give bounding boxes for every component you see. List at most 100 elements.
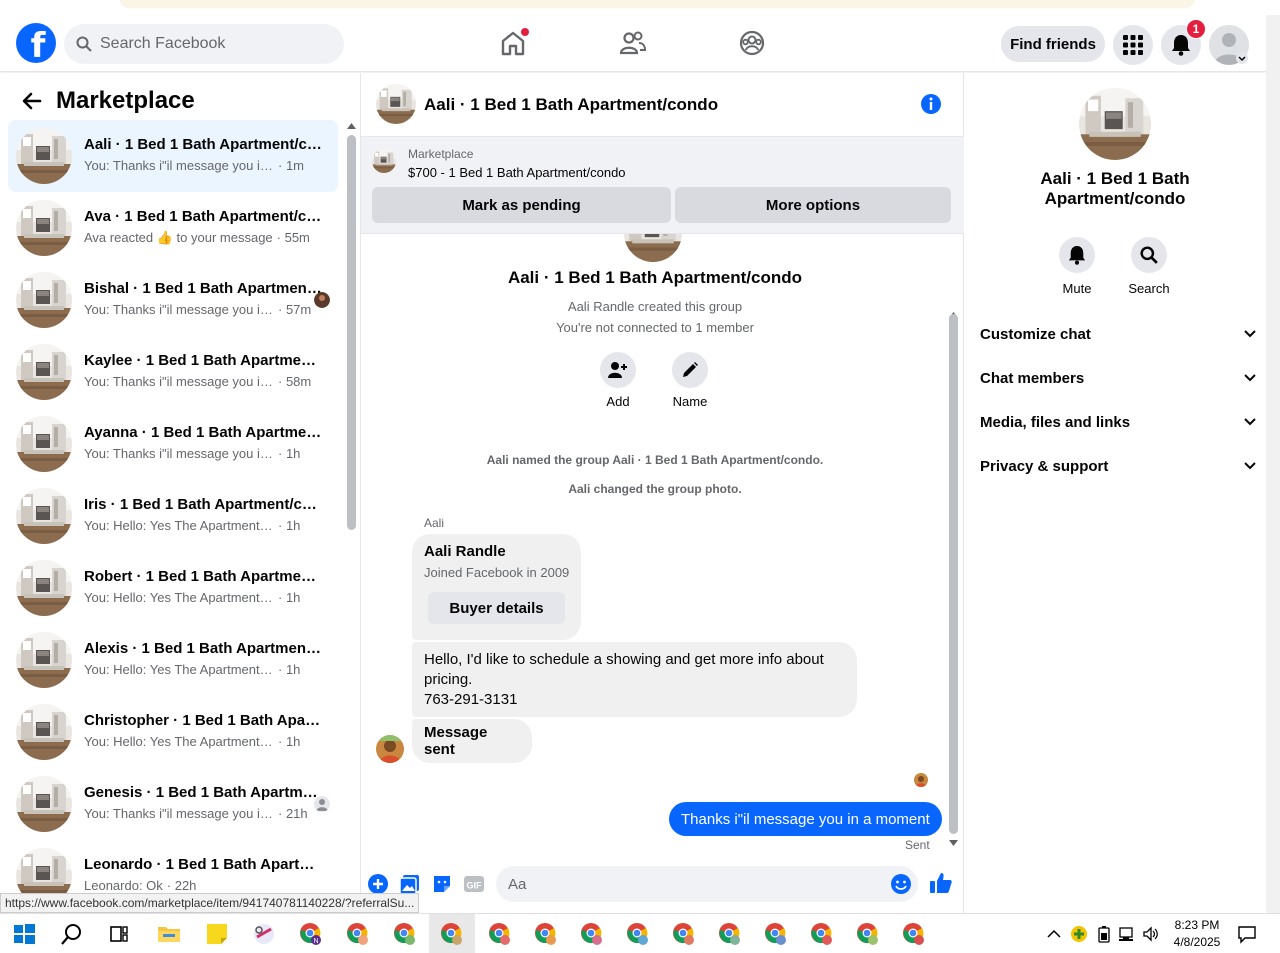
conversation-item[interactable]: Iris · 1 Bed 1 Bath Apartment/condo You: …	[8, 480, 338, 552]
snippet-text: You: Hello: Yes The Apartment Is Still A…	[84, 590, 274, 605]
network-icon[interactable]	[1118, 925, 1136, 943]
chrome-icon[interactable]	[440, 922, 464, 946]
snippet-text: You: Thanks i"il message you in a moment	[84, 302, 274, 317]
sticker-icon[interactable]	[431, 873, 453, 895]
snippet-time: · 1h	[278, 590, 301, 605]
snippet-time: · 1m	[278, 158, 304, 173]
conversation-item[interactable]: Christopher · 1 Bed 1 Bath Apartment/con…	[8, 696, 338, 768]
chrome-icon[interactable]	[856, 922, 880, 946]
chrome-icon[interactable]	[346, 922, 370, 946]
message-sent-bubble[interactable]: Message sent	[412, 719, 532, 763]
section-label: Media, files and links	[980, 413, 1131, 431]
account-chevron-icon[interactable]	[1236, 52, 1248, 64]
buyer-details-button[interactable]: Buyer details	[428, 592, 565, 624]
conversation-thumbnail	[16, 416, 72, 472]
chrome-profile-n-icon[interactable]: N	[299, 922, 323, 946]
outgoing-message-bubble[interactable]: Thanks i"il message you in a moment	[669, 802, 942, 836]
conversation-thumbnail	[16, 488, 72, 544]
file-explorer-icon[interactable]	[157, 922, 181, 946]
chat-title[interactable]: Aali · 1 Bed 1 Bath Apartment/condo	[424, 95, 718, 115]
conversation-snippet: You: Hello: Yes The Apartment Is Still A…	[84, 518, 324, 533]
back-arrow-icon[interactable]	[20, 89, 44, 113]
chrome-icon[interactable]	[810, 922, 834, 946]
privacy-support-section[interactable]: Privacy & support	[980, 454, 1256, 478]
group-connection-text: You're not connected to 1 member	[556, 320, 754, 335]
notification-center-icon[interactable]	[1237, 924, 1257, 944]
chrome-icon[interactable]	[580, 922, 604, 946]
chrome-icon[interactable]	[718, 922, 742, 946]
chrome-icon[interactable]	[626, 922, 650, 946]
sticky-notes-icon[interactable]	[205, 922, 229, 946]
chrome-icon[interactable]	[488, 922, 512, 946]
facebook-logo-icon[interactable]: f	[16, 23, 56, 63]
friends-icon[interactable]	[618, 28, 648, 58]
chrome-icon[interactable]	[672, 922, 696, 946]
listing-price-title[interactable]: $700 - 1 Bed 1 Bath Apartment/condo	[408, 165, 626, 180]
rename-group-button[interactable]: Name	[660, 352, 720, 409]
snipping-tool-icon[interactable]	[252, 922, 276, 946]
message-input[interactable]	[496, 866, 918, 902]
inbox-scrollbar[interactable]	[347, 135, 356, 530]
chat-thumbnail[interactable]	[376, 84, 416, 124]
conversation-item[interactable]: Aali · 1 Bed 1 Bath Apartment/condo You: …	[8, 120, 338, 192]
chat-scrollbar[interactable]	[949, 314, 958, 834]
tray-app-icon[interactable]	[1070, 925, 1088, 943]
search-icon[interactable]	[60, 922, 84, 946]
gif-icon[interactable]: GIF	[463, 873, 485, 895]
chat-body: Aali · 1 Bed 1 Bath Apartment/condo Aali…	[361, 234, 964, 854]
conversation-snippet: You: Hello: Yes The Apartment Is Still A…	[84, 734, 324, 749]
group-created-text: Aali Randle created this group	[567, 299, 743, 314]
conversation-name: Genesis · 1 Bed 1 Bath Apartment/condo	[84, 784, 324, 801]
chrome-icon[interactable]	[764, 922, 788, 946]
conversation-item[interactable]: Ayanna · 1 Bed 1 Bath Apartment/condo You…	[8, 408, 338, 480]
conversation-item[interactable]: Kaylee · 1 Bed 1 Bath Apartment/condo You…	[8, 336, 338, 408]
conversation-snippet: You: Thanks i"il message you in a moment…	[84, 374, 324, 389]
chrome-icon[interactable]	[393, 922, 417, 946]
show-hidden-icons-chevron-icon[interactable]	[1047, 929, 1061, 938]
chat-scroll-down-icon[interactable]	[949, 840, 958, 846]
buyer-joined-text: Joined Facebook in 2009	[424, 565, 570, 580]
battery-icon[interactable]	[1096, 925, 1112, 943]
more-options-button[interactable]: More options	[675, 187, 951, 223]
chevron-down-icon	[1244, 330, 1256, 338]
sender-avatar[interactable]	[376, 735, 404, 763]
browser-strip	[0, 0, 1280, 15]
find-friends-button[interactable]: Find friends	[1001, 26, 1105, 62]
home-notification-dot	[521, 28, 529, 36]
conversation-item[interactable]: Robert · 1 Bed 1 Bath Apartment/condo You…	[8, 552, 338, 624]
emoji-icon[interactable]	[890, 873, 912, 895]
media-files-links-section[interactable]: Media, files and links	[980, 410, 1256, 434]
marketplace-title-row: Marketplace	[0, 85, 195, 117]
search-box[interactable]	[64, 24, 344, 64]
conversation-item[interactable]: Genesis · 1 Bed 1 Bath Apartment/condo Yo…	[8, 768, 338, 840]
photo-icon[interactable]	[399, 873, 421, 895]
conversation-item[interactable]: Ava · 1 Bed 1 Bath Apartment/condo Ava re…	[8, 192, 338, 264]
chrome-icon[interactable]	[902, 922, 926, 946]
scroll-up-arrow-icon[interactable]	[347, 123, 356, 129]
listing-thumbnail[interactable]	[372, 149, 396, 173]
page-scrollbar[interactable]	[1266, 15, 1280, 913]
incoming-message-bubble[interactable]: Hello, I'd like to schedule a showing an…	[412, 642, 857, 717]
plus-circle-icon[interactable]	[367, 873, 389, 895]
task-view-icon[interactable]	[107, 922, 131, 946]
like-icon[interactable]	[929, 871, 953, 895]
mute-button[interactable]: Mute	[1047, 237, 1107, 296]
volume-icon[interactable]	[1142, 925, 1160, 943]
snippet-time: · 1h	[278, 734, 301, 749]
chrome-icon[interactable]	[534, 922, 558, 946]
taskbar-clock[interactable]: 8:23 PM 4/8/2025	[1166, 917, 1228, 951]
groups-icon[interactable]	[737, 28, 767, 58]
conversation-item[interactable]: Alexis · 1 Bed 1 Bath Apartment/condo You…	[8, 624, 338, 696]
add-member-button[interactable]: Add	[588, 352, 648, 409]
info-icon[interactable]	[920, 93, 942, 115]
conversation-item[interactable]: Bishal · 1 Bed 1 Bath Apartment/condo You…	[8, 264, 338, 336]
search-in-chat-button[interactable]: Search	[1119, 237, 1179, 296]
menu-button[interactable]	[1113, 25, 1153, 65]
customize-chat-section[interactable]: Customize chat	[980, 322, 1256, 346]
mark-as-pending-button[interactable]: Mark as pending	[372, 187, 671, 223]
windows-start-icon[interactable]	[12, 922, 36, 946]
chat-members-section[interactable]: Chat members	[980, 366, 1256, 390]
conversation-thumbnail	[16, 344, 72, 400]
snippet-time: · 1h	[278, 662, 301, 677]
search-input[interactable]	[100, 35, 320, 53]
